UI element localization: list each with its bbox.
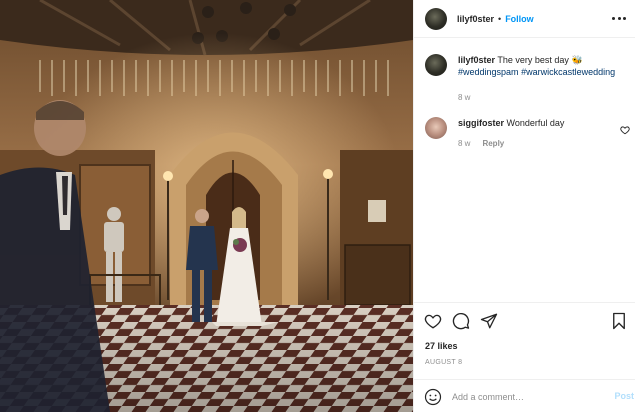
separator-dot: • <box>498 13 502 24</box>
hashtag-link[interactable]: #weddingspam <box>458 67 519 77</box>
paper-plane-icon[interactable] <box>480 312 498 330</box>
comment-input[interactable] <box>452 391 602 402</box>
comment-username[interactable]: siggifoster <box>458 118 504 128</box>
comment-meta: 8 w Reply <box>458 138 628 150</box>
comment-text: Wonderful day <box>506 118 565 128</box>
caption-avatar[interactable] <box>425 54 447 76</box>
comments-section: lilyf0ster The very best day 🐝 #weddings… <box>414 39 635 301</box>
post-actions: 27 likes AUGUST 8 Post <box>414 302 635 412</box>
caption-username[interactable]: lilyf0ster <box>458 55 495 65</box>
author-line: lilyf0ster • Follow <box>457 14 534 24</box>
post-header: lilyf0ster • Follow <box>414 0 635 38</box>
comment-age: 8 w <box>458 139 471 148</box>
comment-item: siggifoster Wonderful day 8 w Reply <box>425 117 628 150</box>
follow-button[interactable]: Follow <box>505 14 534 24</box>
action-icons <box>424 312 498 330</box>
caption-age: 8 w <box>458 93 471 102</box>
caption-body: lilyf0ster The very best day 🐝 #weddings… <box>458 54 628 104</box>
reply-button[interactable]: Reply <box>482 138 504 150</box>
caption: lilyf0ster The very best day 🐝 #weddings… <box>425 54 628 104</box>
post-comment-button[interactable]: Post <box>614 391 634 401</box>
heart-icon[interactable] <box>424 312 442 330</box>
comment-bubble-icon[interactable] <box>452 312 470 330</box>
wedding-photo-illustration <box>0 0 413 412</box>
caption-meta: 8 w <box>458 92 628 104</box>
small-heart-icon[interactable] <box>620 125 630 135</box>
author-avatar[interactable] <box>425 7 447 30</box>
author-username[interactable]: lilyf0ster <box>457 14 494 24</box>
post-date: AUGUST 8 <box>425 359 463 366</box>
post-sidebar: lilyf0ster • Follow lilyf0ster The very … <box>413 0 635 412</box>
comment-body: siggifoster Wonderful day 8 w Reply <box>458 117 628 150</box>
hashtag-link[interactable]: #warwickcastlewedding <box>521 67 615 77</box>
bee-emoji: 🐝 <box>571 55 583 65</box>
likes-count[interactable]: 27 likes <box>425 341 458 351</box>
add-comment-bar: Post <box>414 379 635 412</box>
commenter-avatar[interactable] <box>425 117 447 139</box>
caption-text: The very best day <box>497 55 569 65</box>
more-options-icon[interactable] <box>611 10 627 26</box>
smiley-icon[interactable] <box>424 388 442 406</box>
bookmark-icon[interactable] <box>610 312 628 330</box>
instagram-post: lilyf0ster • Follow lilyf0ster The very … <box>0 0 635 412</box>
post-photo[interactable] <box>0 0 413 412</box>
